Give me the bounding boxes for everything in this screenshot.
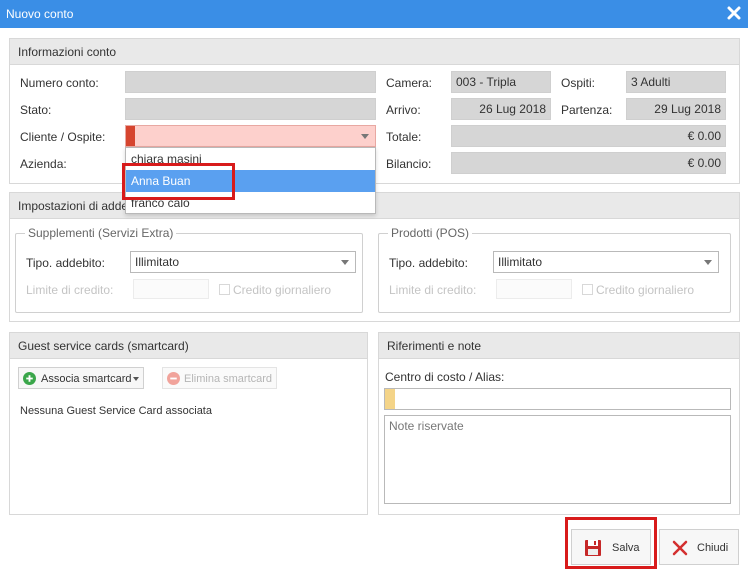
totale-label: Totale: — [386, 130, 422, 144]
prodotti-tipo-select[interactable]: Illimitato — [493, 251, 719, 273]
field-marker — [385, 389, 395, 409]
supplementi-credito-checkbox[interactable] — [219, 284, 230, 295]
cliente-select[interactable] — [125, 125, 376, 147]
close-button[interactable]: Chiudi — [659, 529, 739, 565]
smartcard-panel: Guest service cards (smartcard) — [9, 332, 368, 515]
chevron-down-icon — [341, 260, 349, 265]
prodotti-tipo-label: Tipo. addebito: — [389, 256, 468, 270]
cliente-label: Cliente / Ospite: — [20, 130, 106, 144]
prodotti-credito-checkbox[interactable] — [582, 284, 593, 295]
close-icon[interactable] — [726, 5, 742, 21]
stato-label: Stato: — [20, 103, 52, 117]
smartcard-panel-header: Guest service cards (smartcard) — [10, 333, 367, 359]
supplementi-limite-input[interactable] — [133, 279, 209, 299]
stato-field — [125, 98, 376, 120]
camera-label: Camera: — [386, 76, 433, 90]
bilancio-label: Bilancio: — [386, 157, 432, 171]
supplementi-tipo-select[interactable]: Illimitato — [130, 251, 356, 273]
ospiti-field: 3 Adulti — [626, 71, 726, 93]
supplementi-legend: Supplementi (Servizi Extra) — [25, 226, 177, 240]
window-titlebar: Nuovo conto — [0, 0, 748, 28]
bilancio-field: € 0.00 — [451, 152, 726, 174]
supplementi-tipo-label: Tipo. addebito: — [26, 256, 105, 270]
supplementi-credito-label: Credito giornaliero — [233, 283, 332, 297]
associa-smartcard-button[interactable]: Associa smartcard — [18, 367, 144, 389]
centro-costo-label: Centro di costo / Alias: — [385, 370, 505, 384]
ospiti-label: Ospiti: — [561, 76, 596, 90]
azienda-label: Azienda: — [20, 157, 67, 171]
required-marker — [126, 126, 135, 146]
plus-circle-icon — [23, 372, 36, 385]
info-panel-header: Informazioni conto — [10, 39, 739, 65]
window-title: Nuovo conto — [6, 7, 74, 21]
prodotti-credito-label: Credito giornaliero — [596, 283, 695, 297]
note-riservate-textarea[interactable]: Note riservate — [384, 415, 731, 504]
save-highlight-box — [565, 517, 657, 569]
prodotti-limite-input[interactable] — [496, 279, 572, 299]
prodotti-tipo-value: Illimitato — [498, 255, 543, 269]
note-riservate-placeholder: Note riservate — [389, 419, 464, 433]
associa-smartcard-label: Associa smartcard — [41, 373, 132, 385]
elimina-smartcard-button[interactable]: Elimina smartcard — [162, 367, 277, 389]
numero-conto-field — [125, 71, 376, 93]
x-icon — [672, 540, 688, 556]
minus-circle-icon — [167, 372, 180, 385]
prodotti-legend: Prodotti (POS) — [388, 226, 473, 240]
supplementi-fieldset: Supplementi (Servizi Extra) — [15, 226, 363, 313]
prodotti-fieldset: Prodotti (POS) — [378, 226, 731, 313]
prodotti-limite-label: Limite di credito: — [389, 283, 477, 297]
chevron-down-icon — [361, 134, 369, 139]
partenza-label: Partenza: — [561, 103, 613, 117]
smartcard-empty-text: Nessuna Guest Service Card associata — [20, 405, 212, 417]
partenza-field: 29 Lug 2018 — [626, 98, 726, 120]
caret-down-icon — [133, 377, 139, 381]
camera-field: 003 - Tripla — [451, 71, 551, 93]
centro-costo-input[interactable] — [384, 388, 731, 410]
arrivo-field: 26 Lug 2018 — [451, 98, 551, 120]
supplementi-tipo-value: Illimitato — [135, 255, 180, 269]
arrivo-label: Arrivo: — [386, 103, 421, 117]
elimina-smartcard-label: Elimina smartcard — [184, 373, 273, 385]
option-highlight-box — [122, 163, 235, 200]
numero-conto-label: Numero conto: — [20, 76, 99, 90]
riferimenti-panel-header: Riferimenti e note — [379, 333, 739, 359]
chevron-down-icon — [704, 260, 712, 265]
totale-field: € 0.00 — [451, 125, 726, 147]
close-button-label: Chiudi — [697, 542, 729, 554]
supplementi-limite-label: Limite di credito: — [26, 283, 114, 297]
